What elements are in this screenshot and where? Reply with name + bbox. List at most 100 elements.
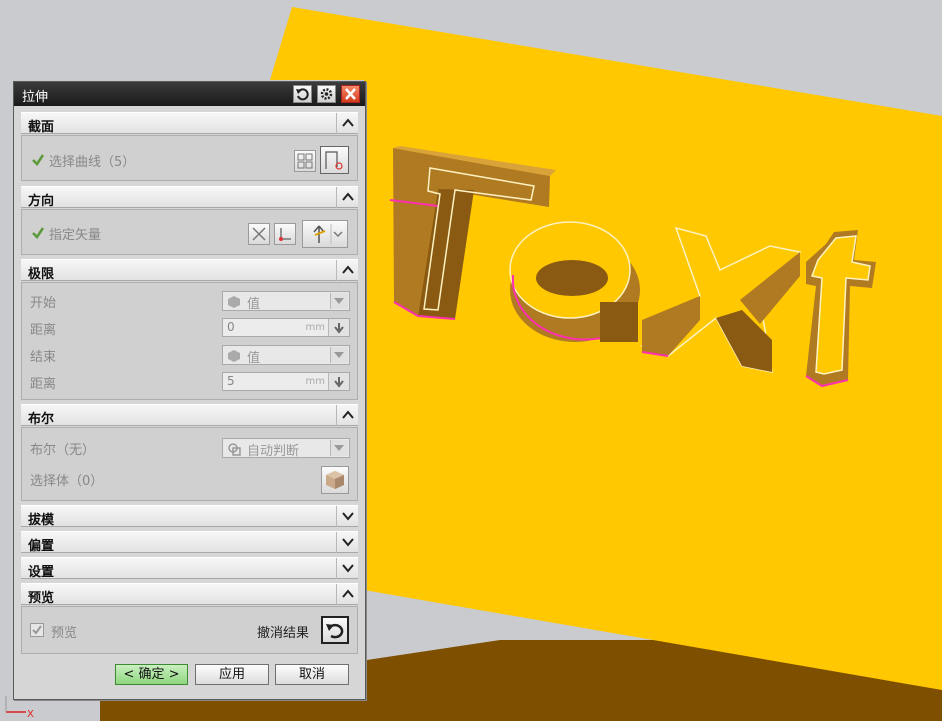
chevron-down-icon: [334, 298, 344, 304]
reset-icon: [296, 88, 309, 101]
chevron-down-icon: [334, 445, 344, 451]
expand-toggle[interactable]: [336, 558, 358, 579]
chevron-down-icon: [342, 512, 354, 521]
start-distance-value: 0: [227, 320, 235, 334]
section-header[interactable]: 截面: [21, 112, 358, 135]
vector-icon: [279, 228, 291, 241]
section-builder-button[interactable]: [294, 150, 316, 172]
value-options-button[interactable]: [328, 319, 349, 336]
draft-header[interactable]: 拔模: [21, 505, 358, 528]
sketch-section-button[interactable]: [320, 146, 349, 174]
check-icon: [32, 154, 45, 166]
apply-button[interactable]: 应用: [195, 664, 269, 685]
expand-toggle[interactable]: [336, 506, 358, 527]
collapse-toggle[interactable]: [336, 584, 358, 605]
select-body-button[interactable]: [321, 466, 349, 494]
limits-body: 开始 值 距离 0 mm 结束 值 距离 5 mm: [21, 282, 358, 400]
auto-boolean-icon: [228, 443, 241, 456]
reverse-direction-button[interactable]: [248, 223, 270, 245]
collapse-toggle[interactable]: [336, 405, 358, 426]
chevron-up-icon: [342, 192, 354, 201]
end-distance-label: 距离: [30, 377, 57, 392]
boolean-header[interactable]: 布尔: [21, 404, 358, 427]
draft-header-label: 拔模: [28, 513, 55, 528]
chevron-down-icon: [334, 352, 344, 358]
select-body-label: 选择体（0）: [30, 474, 104, 489]
reverse-direction-icon: [252, 227, 266, 241]
collapse-toggle[interactable]: [336, 113, 358, 134]
check-icon: [32, 227, 45, 239]
close-button[interactable]: [341, 85, 360, 103]
cube-icon: [228, 350, 240, 362]
direction-body: 指定矢量: [21, 209, 358, 255]
preview-checkbox[interactable]: [30, 623, 44, 637]
axis-x-label: X: [27, 709, 34, 720]
chevron-up-icon: [342, 589, 354, 598]
reset-button[interactable]: [293, 85, 312, 103]
unit-label: mm: [305, 322, 325, 333]
start-distance-input[interactable]: 0 mm: [222, 318, 350, 337]
dropdown-arrow[interactable]: [330, 440, 348, 456]
start-type-value: 值: [247, 297, 261, 312]
dropdown-arrow[interactable]: [330, 293, 348, 309]
settings-header[interactable]: 设置: [21, 557, 358, 580]
chevron-up-icon: [342, 118, 354, 127]
dropdown-arrow[interactable]: [330, 347, 348, 363]
end-type-select[interactable]: 值: [222, 345, 350, 366]
chevron-up-icon: [342, 265, 354, 274]
value-options-button[interactable]: [328, 373, 349, 390]
select-curve-label: 选择曲线（5）: [49, 155, 136, 170]
undo-result-button[interactable]: [321, 616, 349, 644]
expand-toggle[interactable]: [336, 532, 358, 553]
arrow-down-icon: [334, 377, 344, 388]
ok-button[interactable]: < 确定 >: [115, 664, 188, 685]
limits-header-label: 极限: [28, 267, 55, 282]
section-body: 选择曲线（5）: [21, 135, 358, 181]
grid-icon: [297, 153, 313, 169]
unit-label: mm: [305, 376, 325, 387]
section-header-label: 截面: [28, 120, 55, 135]
auto-vector-icon: [313, 224, 343, 244]
dialog-titlebar[interactable]: 拉伸: [14, 82, 365, 106]
preview-header[interactable]: 预览: [21, 583, 358, 606]
boolean-type-select[interactable]: 自动判断: [222, 438, 350, 459]
settings-header-label: 设置: [28, 565, 55, 580]
cube-icon: [228, 296, 240, 308]
boolean-label: 布尔（无）: [30, 443, 96, 458]
undo-icon: [326, 623, 344, 639]
settings-button[interactable]: [317, 85, 336, 103]
specify-vector-label: 指定矢量: [49, 228, 102, 243]
collapse-toggle[interactable]: [336, 187, 358, 208]
solid-body-icon: [326, 471, 344, 489]
cancel-button[interactable]: 取消: [275, 664, 349, 685]
start-distance-label: 距离: [30, 323, 57, 338]
chevron-down-icon: [342, 538, 354, 547]
vector-dialog-button[interactable]: [274, 223, 296, 245]
extrude-dialog: 拉伸 截面 选择曲线（5） 方向 指定矢量 极限 开始 值 距离 0 mm 结束…: [13, 81, 366, 700]
preview-header-label: 预览: [28, 591, 55, 606]
start-label: 开始: [30, 296, 57, 311]
limits-header[interactable]: 极限: [21, 259, 358, 282]
offset-header-label: 偏置: [28, 539, 55, 554]
boolean-type-value: 自动判断: [247, 444, 300, 459]
preview-label: 预览: [51, 626, 78, 641]
vector-type-dropdown[interactable]: [302, 220, 348, 248]
dialog-title: 拉伸: [22, 90, 49, 105]
direction-header[interactable]: 方向: [21, 186, 358, 209]
collapse-toggle[interactable]: [336, 260, 358, 281]
end-label: 结束: [30, 350, 57, 365]
arrow-down-icon: [334, 323, 344, 334]
boolean-body: 布尔（无） 自动判断 选择体（0）: [21, 427, 358, 501]
preview-body: 预览 撤消结果: [21, 606, 358, 654]
end-distance-value: 5: [227, 374, 235, 388]
end-type-value: 值: [247, 351, 261, 366]
direction-header-label: 方向: [28, 194, 55, 209]
gear-icon: [320, 88, 333, 100]
close-icon: [345, 88, 356, 100]
end-distance-input[interactable]: 5 mm: [222, 372, 350, 391]
chevron-up-icon: [342, 410, 354, 419]
boolean-header-label: 布尔: [28, 412, 55, 427]
chevron-down-icon: [342, 564, 354, 573]
offset-header[interactable]: 偏置: [21, 531, 358, 554]
start-type-select[interactable]: 值: [222, 291, 350, 312]
